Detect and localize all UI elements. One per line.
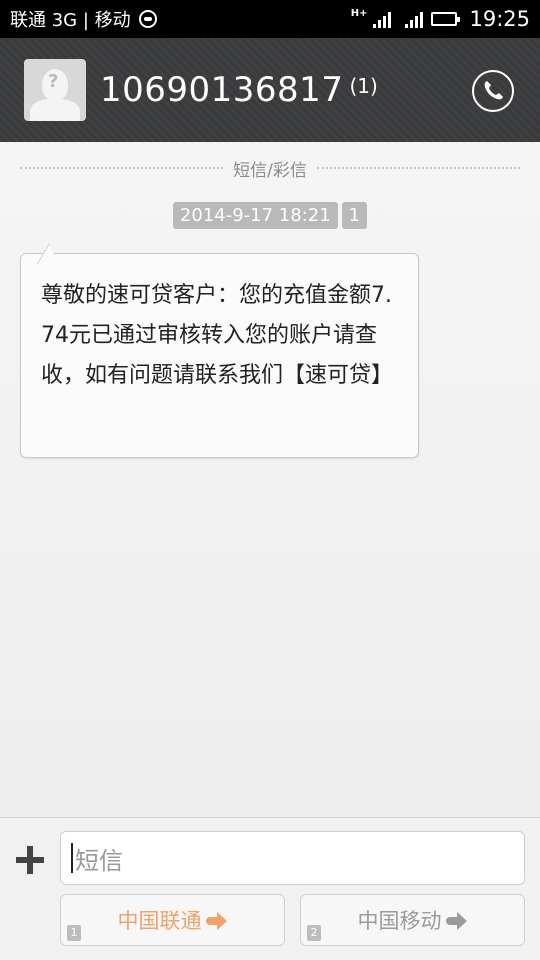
timestamp-row: 2014-9-17 18:21 1 bbox=[0, 202, 540, 229]
signal-icon-2 bbox=[405, 10, 424, 28]
sync-icon bbox=[138, 10, 157, 28]
call-button[interactable] bbox=[472, 70, 514, 112]
network-type: H+ bbox=[350, 7, 368, 19]
section-label: 短信/彩信 bbox=[233, 160, 307, 181]
phone-icon bbox=[484, 81, 503, 100]
conversation-header: ? 10690136817 (1) bbox=[0, 38, 540, 142]
sim-badge: 1 bbox=[341, 202, 368, 229]
sim2-indicator: 2 bbox=[307, 925, 321, 941]
message-timestamp: 2014-9-17 18:21 bbox=[172, 202, 338, 229]
section-divider: 短信/彩信 bbox=[20, 156, 521, 181]
add-attachment-button[interactable] bbox=[14, 844, 46, 876]
compose-area: 短信 1 中国联通 2 中国移动 bbox=[0, 817, 540, 960]
status-left: 联通 3G | 移动 bbox=[10, 6, 351, 32]
battery-icon bbox=[431, 12, 461, 26]
status-right: H+ 19:25 bbox=[351, 7, 530, 31]
signal-icon bbox=[373, 10, 392, 28]
send-sim1-label: 中国联通 bbox=[117, 909, 202, 933]
message-count: (1) bbox=[349, 74, 378, 98]
sim1-indicator: 1 bbox=[67, 925, 81, 941]
status-bar: 联通 3G | 移动 H+ 19:25 bbox=[0, 0, 540, 38]
text-cursor bbox=[71, 843, 73, 873]
forward-arrow-icon bbox=[445, 912, 468, 930]
send-sim2-label: 中国移动 bbox=[357, 909, 442, 933]
message-input-placeholder: 短信 bbox=[75, 846, 123, 875]
avatar[interactable]: ? bbox=[24, 59, 86, 121]
contact-number: 10690136817 bbox=[100, 70, 344, 110]
status-time: 19:25 bbox=[469, 7, 530, 31]
message-text: 尊敬的速可贷客户：您的充值金额7.74元已通过审核转入您的账户请查收，如有问题请… bbox=[41, 283, 394, 388]
carrier-label: 联通 3G | 移动 bbox=[10, 10, 131, 31]
message-input[interactable]: 短信 bbox=[60, 831, 525, 885]
send-sim2-button[interactable]: 2 中国移动 bbox=[300, 894, 525, 946]
send-sim1-button[interactable]: 1 中国联通 bbox=[60, 894, 285, 946]
message-bubble[interactable]: 尊敬的速可贷客户：您的充值金额7.74元已通过审核转入您的账户请查收，如有问题请… bbox=[20, 253, 419, 458]
forward-arrow-icon bbox=[205, 912, 228, 930]
